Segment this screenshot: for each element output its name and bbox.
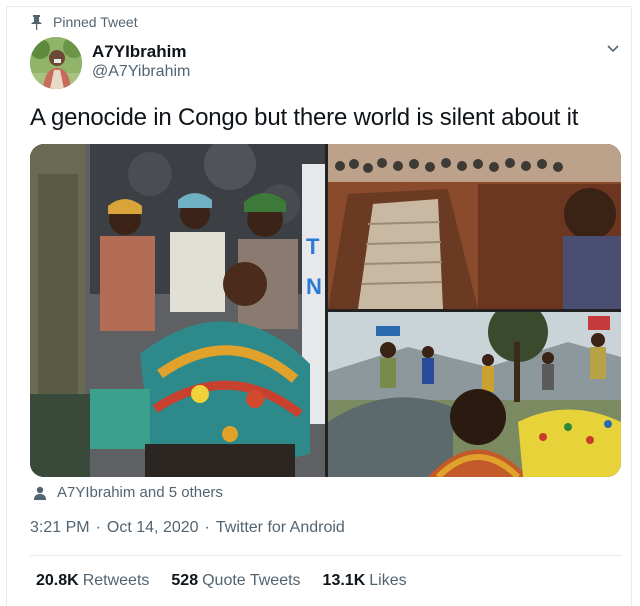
tweet-time[interactable]: 3:21 PM: [30, 519, 90, 536]
stat-likes[interactable]: 13.1K Likes: [323, 572, 407, 590]
media-image-3[interactable]: [328, 312, 621, 477]
person-icon: [34, 486, 46, 500]
tagged-users[interactable]: A7YIbrahim and 5 others: [33, 484, 223, 501]
tagged-users-label: A7YIbrahim and 5 others: [57, 484, 223, 501]
avatar[interactable]: [30, 37, 82, 89]
media-image-1[interactable]: T N: [30, 144, 325, 477]
stat-quote-tweets[interactable]: 528 Quote Tweets: [171, 572, 300, 590]
display-name[interactable]: A7YIbrahim: [92, 42, 186, 62]
like-count: 13.1K: [322, 572, 366, 589]
quote-tweet-label: Quote Tweets: [202, 572, 301, 589]
media-grid: T N: [30, 144, 621, 477]
svg-text:N: N: [306, 274, 322, 299]
retweet-label: Retweets: [82, 572, 150, 589]
stat-retweets[interactable]: 20.8K Retweets: [36, 572, 149, 590]
chevron-down-icon[interactable]: [605, 42, 621, 56]
pinned-indicator: Pinned Tweet: [30, 14, 138, 30]
pin-icon: [31, 14, 42, 30]
tweet-timestamp: 3:21 PM · Oct 14, 2020 · Twitter for Android: [30, 519, 345, 537]
pinned-label: Pinned Tweet: [53, 14, 138, 30]
media-image-2[interactable]: [328, 144, 621, 309]
tweet-date[interactable]: Oct 14, 2020: [107, 519, 199, 536]
separator-dot: ·: [95, 519, 101, 536]
user-handle[interactable]: @A7Yibrahim: [92, 63, 190, 81]
quote-tweet-count: 528: [171, 572, 199, 589]
svg-text:T: T: [306, 234, 320, 259]
separator-dot: ·: [204, 519, 210, 536]
tweet-text: A genocide in Congo but there world is s…: [30, 104, 579, 131]
retweet-count: 20.8K: [36, 572, 79, 589]
like-label: Likes: [369, 572, 407, 589]
avatar-image: [30, 37, 82, 89]
tweet-source[interactable]: Twitter for Android: [216, 519, 345, 536]
divider: [30, 555, 622, 556]
tweet-stats: 20.8K Retweets 528 Quote Tweets 13.1K Likes: [36, 572, 429, 590]
